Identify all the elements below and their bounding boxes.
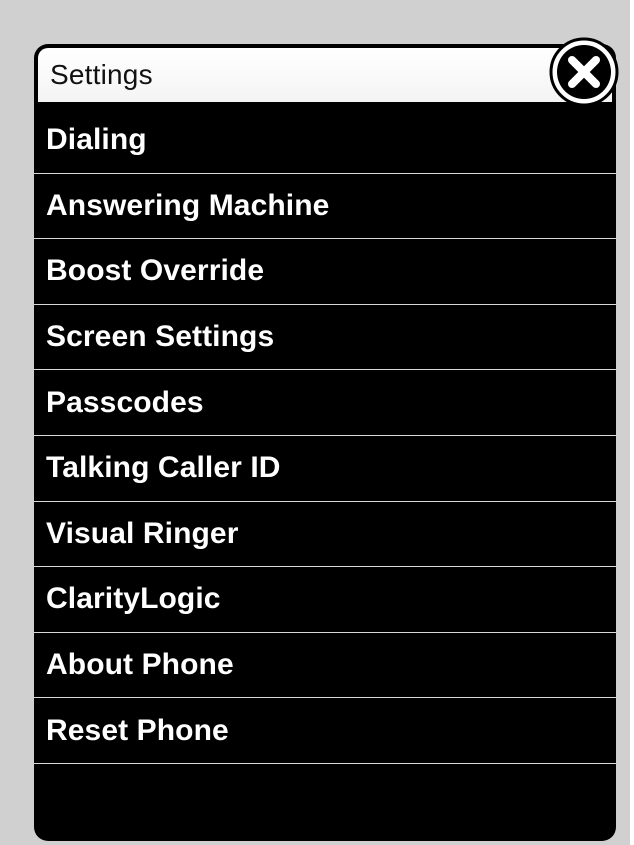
menu-item-label: Reset Phone — [46, 713, 229, 747]
menu-item-talking-caller-id[interactable]: Talking Caller ID — [34, 436, 616, 502]
menu-item-boost-override[interactable]: Boost Override — [34, 239, 616, 305]
menu-item-label: Talking Caller ID — [46, 451, 281, 485]
menu-item-screen-settings[interactable]: Screen Settings — [34, 305, 616, 371]
menu-item-label: About Phone — [46, 648, 234, 682]
menu-item-label: ClarityLogic — [46, 582, 221, 616]
menu-item-answering-machine[interactable]: Answering Machine — [34, 174, 616, 240]
dialog-title: Settings — [50, 59, 153, 90]
menu-item-label: Boost Override — [46, 254, 265, 288]
menu-item-visual-ringer[interactable]: Visual Ringer — [34, 502, 616, 568]
menu-item-label: Screen Settings — [46, 320, 275, 354]
menu-item-label: Answering Machine — [46, 188, 330, 222]
dialog-title-bar: Settings — [38, 48, 612, 102]
menu-item-reset-phone[interactable]: Reset Phone — [34, 698, 616, 764]
menu-item-about-phone[interactable]: About Phone — [34, 633, 616, 699]
menu-item-dialing[interactable]: Dialing — [34, 108, 616, 174]
menu-item-label: Dialing — [46, 123, 147, 157]
menu-item-claritylogic[interactable]: ClarityLogic — [34, 567, 616, 633]
settings-dialog: Settings Dialing Answering Machine Boost… — [34, 44, 616, 841]
settings-menu: Dialing Answering Machine Boost Override… — [34, 108, 616, 764]
menu-item-label: Visual Ringer — [46, 516, 239, 550]
close-button[interactable] — [548, 36, 620, 108]
menu-item-passcodes[interactable]: Passcodes — [34, 370, 616, 436]
menu-item-label: Passcodes — [46, 385, 204, 419]
close-icon — [549, 37, 619, 107]
